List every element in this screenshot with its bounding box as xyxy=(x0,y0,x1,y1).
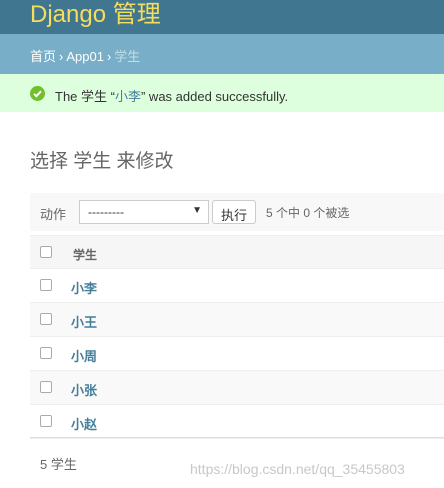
breadcrumb-separator: › xyxy=(59,49,64,64)
action-go-button[interactable]: 执行 xyxy=(212,200,256,224)
row-checkbox[interactable] xyxy=(40,313,52,325)
table-row: 小王 xyxy=(30,303,444,337)
action-label: 动作 xyxy=(40,207,67,222)
breadcrumb-current: 学生 xyxy=(114,49,141,64)
page-title: 选择 学生 来修改 xyxy=(30,151,174,172)
table-row: 小周 xyxy=(30,337,444,371)
selection-counter: 5 个中 0 个被选 xyxy=(266,206,350,220)
watermark: https://blog.csdn.net/qq_35455803 xyxy=(190,461,405,477)
message-prefix: The 学生 “ xyxy=(55,89,115,104)
result-list: 学生 小李 小王 小周 小张 小赵 xyxy=(30,235,444,439)
table-header: 学生 xyxy=(30,235,444,269)
message-suffix: ” was added successfully. xyxy=(140,89,289,104)
breadcrumb-app[interactable]: App01 xyxy=(66,49,104,64)
row-link[interactable]: 小周 xyxy=(71,346,97,365)
actions-bar: 动作 --------- ▼ 执行 5 个中 0 个被选 xyxy=(30,193,444,231)
column-header-student[interactable]: 学生 xyxy=(73,246,97,263)
site-header: Django 管理 xyxy=(0,0,444,34)
check-circle-icon xyxy=(30,86,45,101)
action-select[interactable]: --------- ▼ xyxy=(79,200,209,224)
row-link[interactable]: 小李 xyxy=(71,278,97,297)
breadcrumb: 首页 › App01 › 学生 xyxy=(0,34,444,74)
success-message: The 学生 “小李” was added successfully. xyxy=(0,74,444,112)
message-text: The 学生 “小李” was added successfully. xyxy=(55,86,288,105)
table-row: 小李 xyxy=(30,269,444,303)
message-object-link[interactable]: 小李 xyxy=(115,89,141,104)
select-all-checkbox[interactable] xyxy=(40,246,52,258)
site-brand[interactable]: Django 管理 xyxy=(30,0,161,29)
table-row: 小赵 xyxy=(30,405,444,439)
caret-down-icon: ▼ xyxy=(192,205,202,216)
row-link[interactable]: 小赵 xyxy=(71,414,97,433)
breadcrumb-separator: › xyxy=(106,49,112,64)
table-row: 小张 xyxy=(30,371,444,405)
row-link[interactable]: 小王 xyxy=(71,312,97,331)
row-checkbox[interactable] xyxy=(40,381,52,393)
breadcrumb-home[interactable]: 首页 xyxy=(30,49,56,64)
row-checkbox[interactable] xyxy=(40,415,52,427)
row-checkbox[interactable] xyxy=(40,279,52,291)
row-checkbox[interactable] xyxy=(40,347,52,359)
row-link[interactable]: 小张 xyxy=(71,380,97,399)
action-select-value: --------- xyxy=(88,205,124,219)
